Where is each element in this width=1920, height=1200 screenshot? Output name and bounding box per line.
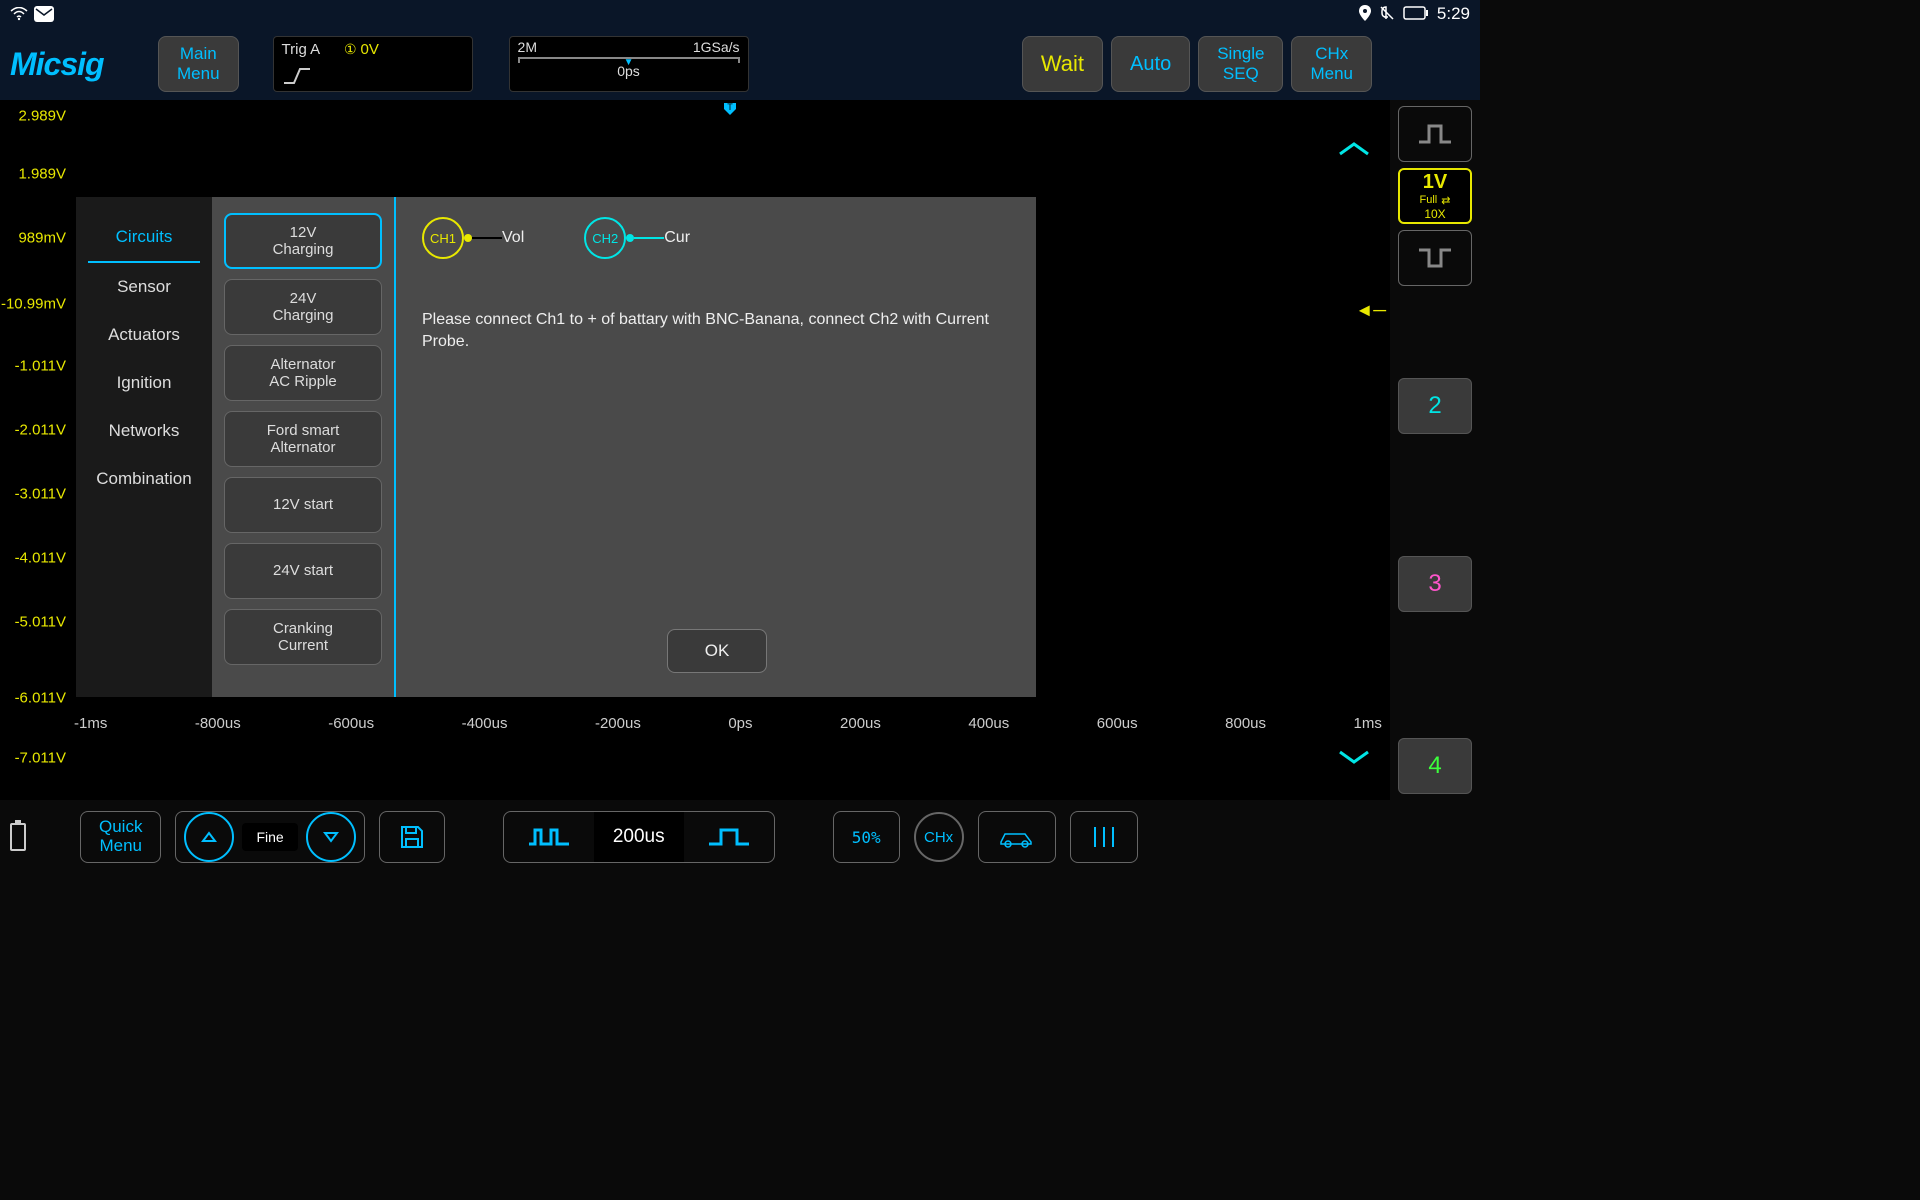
timebase-info[interactable]: 2M1GSa/s ▼ 0ps bbox=[509, 36, 749, 92]
fifty-percent-button[interactable]: 50% bbox=[833, 811, 900, 863]
option-12v-charging[interactable]: 12VCharging bbox=[224, 213, 382, 269]
cursor-icon bbox=[1089, 825, 1119, 849]
scale-up-button[interactable] bbox=[1317, 130, 1391, 168]
dialog-content: CH1 Vol CH2 Cur Please connect Ch1 to + … bbox=[398, 197, 1036, 697]
auto-setup-button[interactable] bbox=[978, 811, 1056, 863]
option-12v-start[interactable]: 12V start bbox=[224, 477, 382, 533]
device-battery-icon bbox=[10, 823, 26, 851]
bottom-toolbar: QuickMenu Fine 200us 50% CHx bbox=[0, 804, 1480, 870]
fine-down-button[interactable] bbox=[306, 812, 356, 862]
timebase-zoom-out-button[interactable] bbox=[504, 812, 594, 862]
top-toolbar: Micsig MainMenu Trig A ① 0V 2M1GSa/s ▼ 0… bbox=[0, 28, 1480, 100]
fine-adjust-group: Fine bbox=[175, 811, 364, 863]
clock-time: 5:29 bbox=[1437, 4, 1470, 24]
car-icon bbox=[997, 826, 1037, 848]
mute-icon bbox=[1379, 5, 1395, 24]
timebase-zoom-in-button[interactable] bbox=[684, 812, 774, 862]
edge-rising-icon bbox=[282, 67, 312, 85]
dialog-category-tabs: Circuits Sensor Actuators Ignition Netwo… bbox=[76, 197, 212, 697]
option-24v-charging[interactable]: 24VCharging bbox=[224, 279, 382, 335]
tab-sensor[interactable]: Sensor bbox=[76, 263, 212, 311]
auto-button[interactable]: Auto bbox=[1111, 36, 1190, 92]
circuits-dialog: Circuits Sensor Actuators Ignition Netwo… bbox=[76, 197, 1036, 697]
time-trigger-marker-icon: T bbox=[723, 102, 737, 116]
timebase-marker-icon: ▼ bbox=[624, 57, 634, 68]
option-cranking-current[interactable]: CrankingCurrent bbox=[224, 609, 382, 665]
ok-button[interactable]: OK bbox=[667, 629, 767, 673]
chx-select-button[interactable]: CHx bbox=[914, 812, 964, 862]
tab-actuators[interactable]: Actuators bbox=[76, 311, 212, 359]
ch2-button[interactable]: 2 bbox=[1398, 378, 1472, 434]
fine-label[interactable]: Fine bbox=[242, 823, 297, 851]
single-seq-button[interactable]: SingleSEQ bbox=[1198, 36, 1283, 92]
tab-ignition[interactable]: Ignition bbox=[76, 359, 212, 407]
tab-circuits[interactable]: Circuits bbox=[88, 213, 200, 263]
timebase-control: 200us bbox=[503, 811, 775, 863]
location-icon bbox=[1359, 5, 1371, 24]
save-button[interactable] bbox=[379, 811, 445, 863]
battery-icon bbox=[1403, 6, 1429, 23]
option-alternator-ripple[interactable]: AlternatorAC Ripple bbox=[224, 345, 382, 401]
y-axis-labels: 2.989V 1.989V 989mV -10.99mV -1.011V -2.… bbox=[0, 100, 70, 800]
trigger-info[interactable]: Trig A ① 0V bbox=[273, 36, 473, 92]
ch1-vdiv-button[interactable]: 1V Full⇄ 10X bbox=[1398, 168, 1472, 224]
ch1-invert-button[interactable] bbox=[1398, 230, 1472, 286]
quick-menu-button[interactable]: QuickMenu bbox=[80, 811, 161, 863]
option-24v-start[interactable]: 24V start bbox=[224, 543, 382, 599]
wifi-icon bbox=[10, 5, 28, 23]
ch3-button[interactable]: 3 bbox=[1398, 556, 1472, 612]
save-icon bbox=[398, 823, 426, 851]
android-status-bar: 5:29 bbox=[0, 0, 1480, 28]
timebase-value[interactable]: 200us bbox=[594, 812, 684, 862]
chx-menu-button[interactable]: CHxMenu bbox=[1291, 36, 1372, 92]
cursor-button[interactable] bbox=[1070, 811, 1138, 863]
ch2-indicator: CH2 Cur bbox=[584, 217, 690, 259]
wait-button[interactable]: Wait bbox=[1022, 36, 1103, 92]
tab-networks[interactable]: Networks bbox=[76, 407, 212, 455]
tab-combination[interactable]: Combination bbox=[76, 455, 212, 503]
ch1-indicator: CH1 Vol bbox=[422, 217, 524, 259]
channel-sidebar: 1V Full⇄ 10X 2 3 4 bbox=[1390, 100, 1480, 800]
mail-icon bbox=[34, 6, 54, 22]
instruction-text: Please connect Ch1 to + of battary with … bbox=[422, 309, 1012, 354]
ch4-button[interactable]: 4 bbox=[1398, 738, 1472, 794]
svg-text:T: T bbox=[727, 102, 733, 112]
logo: Micsig bbox=[10, 46, 140, 83]
x-axis-labels: -1ms-800us-600us -400us-200us0ps 200us40… bbox=[70, 715, 1386, 732]
fine-up-button[interactable] bbox=[184, 812, 234, 862]
main-menu-button[interactable]: MainMenu bbox=[158, 36, 239, 92]
option-ford-smart-alternator[interactable]: Ford smartAlternator bbox=[224, 411, 382, 467]
dialog-test-options: 12VCharging 24VCharging AlternatorAC Rip… bbox=[212, 197, 396, 697]
scale-down-button[interactable] bbox=[1317, 738, 1391, 776]
ch1-coupling-button[interactable] bbox=[1398, 106, 1472, 162]
